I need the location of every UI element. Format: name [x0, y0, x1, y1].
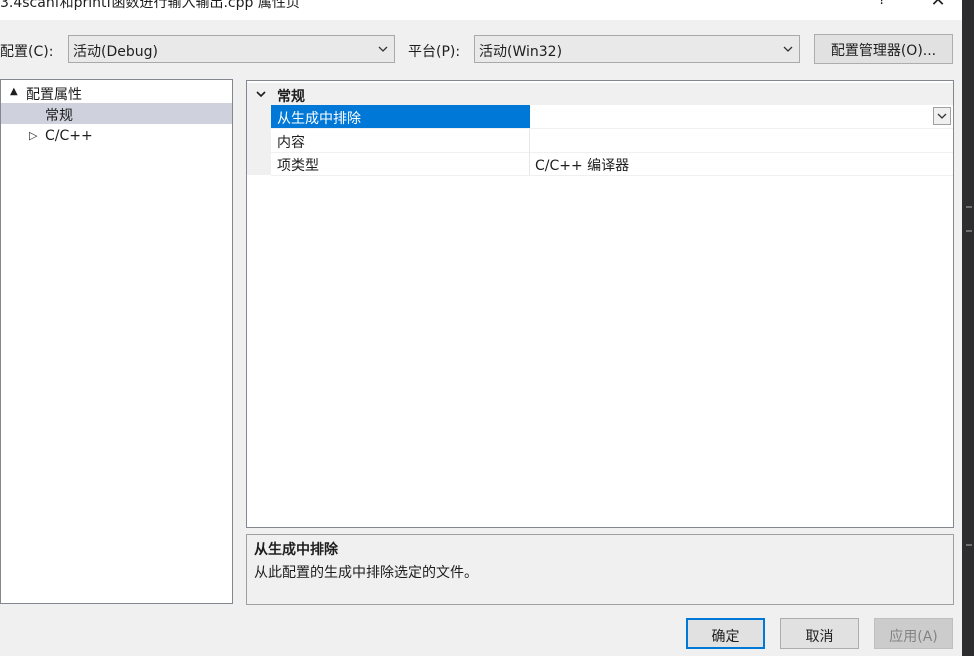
chevron-down-icon[interactable]: [256, 90, 266, 98]
property-tree: ▲ 配置属性 常规 ▷ C/C++: [0, 79, 233, 604]
grid-row-name[interactable]: 内容: [271, 129, 530, 152]
grid-row-value-text: C/C++ 编译器: [535, 158, 630, 174]
value-dropdown-button[interactable]: [933, 107, 951, 125]
tree-item-config-properties[interactable]: ▲ 配置属性: [1, 82, 232, 103]
cancel-button[interactable]: 取消: [780, 618, 859, 649]
config-combobox[interactable]: 活动(Debug): [68, 35, 395, 63]
platform-value: 活动(Win32): [479, 44, 563, 60]
platform-combobox[interactable]: 活动(Win32): [474, 35, 800, 63]
collapse-triangle-icon[interactable]: ▲: [10, 86, 18, 97]
grid-row-value[interactable]: [530, 129, 953, 152]
property-pages-dialog: 3.4scanf和printf函数进行输入输出.cpp 属性页 ? ✕ 配置(C…: [0, 0, 974, 656]
grid-row-name[interactable]: 从生成中排除: [271, 105, 530, 128]
grid-row-item-type[interactable]: 项类型 C/C++ 编译器: [271, 152, 953, 176]
grid-row-exclude-from-build[interactable]: 从生成中排除: [271, 105, 953, 129]
chevron-down-icon: [783, 46, 793, 52]
grid-row-name-text: 内容: [277, 135, 305, 151]
tree-item-label: C/C++: [45, 128, 93, 144]
edge-mark: [966, 230, 972, 232]
grid-indent-strip: [247, 105, 271, 175]
apply-button[interactable]: 应用(A): [874, 618, 953, 649]
description-pane: 从生成中排除 从此配置的生成中排除选定的文件。: [246, 534, 954, 605]
grid-row-value[interactable]: C/C++ 编译器: [530, 152, 953, 175]
window-title: 3.4scanf和printf函数进行输入输出.cpp 属性页: [0, 0, 300, 11]
tree-item-general[interactable]: 常规: [1, 103, 232, 124]
config-label: 配置(C):: [0, 44, 54, 60]
chevron-down-icon: [378, 46, 388, 52]
grid-row-content[interactable]: 内容: [271, 129, 953, 153]
tree-item-label: 配置属性: [26, 87, 82, 103]
title-bar: 3.4scanf和printf函数进行输入输出.cpp 属性页 ? ✕: [0, 0, 974, 20]
description-title: 从生成中排除: [254, 542, 338, 558]
config-manager-button[interactable]: 配置管理器(O)...: [814, 34, 953, 64]
grid-row-name[interactable]: 项类型: [271, 152, 530, 175]
tree-item-label: 常规: [45, 108, 73, 124]
grid-row-value[interactable]: [530, 105, 953, 128]
background-window-edge: [962, 0, 974, 656]
close-icon[interactable]: ✕: [922, 0, 954, 18]
description-text: 从此配置的生成中排除选定的文件。: [254, 565, 478, 581]
grid-category-general[interactable]: 常规: [247, 83, 953, 105]
chevron-down-icon: [937, 113, 947, 119]
edge-mark: [966, 544, 972, 546]
help-icon[interactable]: ?: [872, 0, 892, 16]
config-value: 活动(Debug): [73, 44, 158, 60]
expand-triangle-icon[interactable]: ▷: [29, 129, 37, 142]
tree-item-cpp[interactable]: ▷ C/C++: [1, 126, 232, 147]
grid-row-name-text: 从生成中排除: [277, 111, 361, 127]
platform-label: 平台(P):: [408, 44, 461, 60]
grid-category-label: 常规: [277, 89, 305, 105]
edge-mark: [966, 206, 972, 208]
ok-button[interactable]: 确定: [686, 618, 765, 649]
grid-row-name-text: 项类型: [277, 158, 319, 174]
property-grid: 常规 从生成中排除 内容 项类型 C/C++ 编译器: [246, 80, 954, 528]
